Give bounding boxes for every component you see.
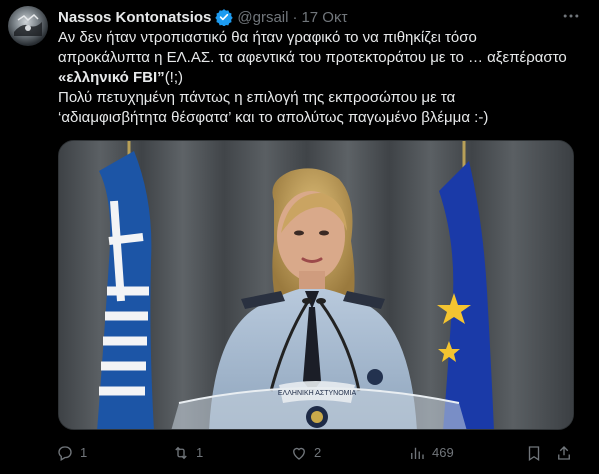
views-count: 469	[432, 445, 454, 460]
tweet-photo[interactable]: ΕΛΛΗΝΙΚΗ ΑΣΤΥΝΟΜΙΑ	[58, 140, 574, 430]
views-icon	[411, 447, 424, 459]
tweet[interactable]: Nassos Kontonatsios @grsail · 17 Οκτ Αν …	[0, 0, 599, 474]
retweet-button[interactable]: 1	[172, 442, 203, 464]
like-button[interactable]: 2	[290, 442, 321, 464]
retweet-icon	[175, 446, 187, 460]
tweet-actions: 1 1 2 469	[50, 438, 580, 468]
tweet-text-line: «ελληνικό FBI”(!;)	[58, 68, 588, 88]
bookmark-icon	[528, 446, 540, 462]
tweet-header: Nassos Kontonatsios @grsail · 17 Οκτ	[58, 7, 347, 27]
tweet-text-fragment: (!;)	[164, 69, 184, 86]
author-handle[interactable]: @grsail	[237, 9, 288, 26]
tweet-date[interactable]: 17 Οκτ	[301, 9, 347, 26]
retweet-count: 1	[196, 445, 204, 460]
reply-icon	[58, 446, 72, 461]
share-icon	[558, 446, 570, 460]
tweet-text-line: Αν δεν ήταν ντροπιαστικό θα ήταν γραφικό…	[58, 29, 477, 46]
tweet-text-line: Πολύ πετυχημένη πάντως η επιλογή της εκπ…	[58, 89, 456, 106]
reply-count: 1	[80, 445, 88, 460]
avatar[interactable]	[8, 6, 48, 46]
tweet-text-line: απροκάλυπτα η ΕΛ.ΑΣ. τα αφεντικά του προ…	[58, 49, 567, 66]
more-horizontal-icon[interactable]	[556, 6, 586, 28]
tweet-text-bold: «ελληνικό FBI”	[58, 69, 165, 86]
avatar-image	[14, 13, 42, 36]
heart-icon	[293, 447, 305, 460]
podium-text: ΕΛΛΗΝΙΚΗ ΑΣΤΥΝΟΜΙΑ	[278, 390, 357, 397]
photo-press-conference: ΕΛΛΗΝΙΚΗ ΑΣΤΥΝΟΜΙΑ	[59, 141, 573, 429]
reply-button[interactable]: 1	[56, 442, 87, 464]
like-count: 2	[314, 445, 322, 460]
share-button[interactable]	[555, 442, 579, 464]
tweet-text: Αν δεν ήταν ντροπιαστικό θα ήταν γραφικό…	[58, 28, 588, 128]
verified-badge-icon	[215, 8, 234, 27]
separator-dot: ·	[292, 8, 298, 26]
tweet-text-line: ‘αδιαμφισβήτητα θέσφατα’ και το απολύτως…	[58, 109, 489, 126]
views-button[interactable]: 469	[408, 442, 454, 464]
author-name[interactable]: Nassos Kontonatsios	[58, 9, 211, 26]
bookmark-button[interactable]	[525, 442, 549, 464]
